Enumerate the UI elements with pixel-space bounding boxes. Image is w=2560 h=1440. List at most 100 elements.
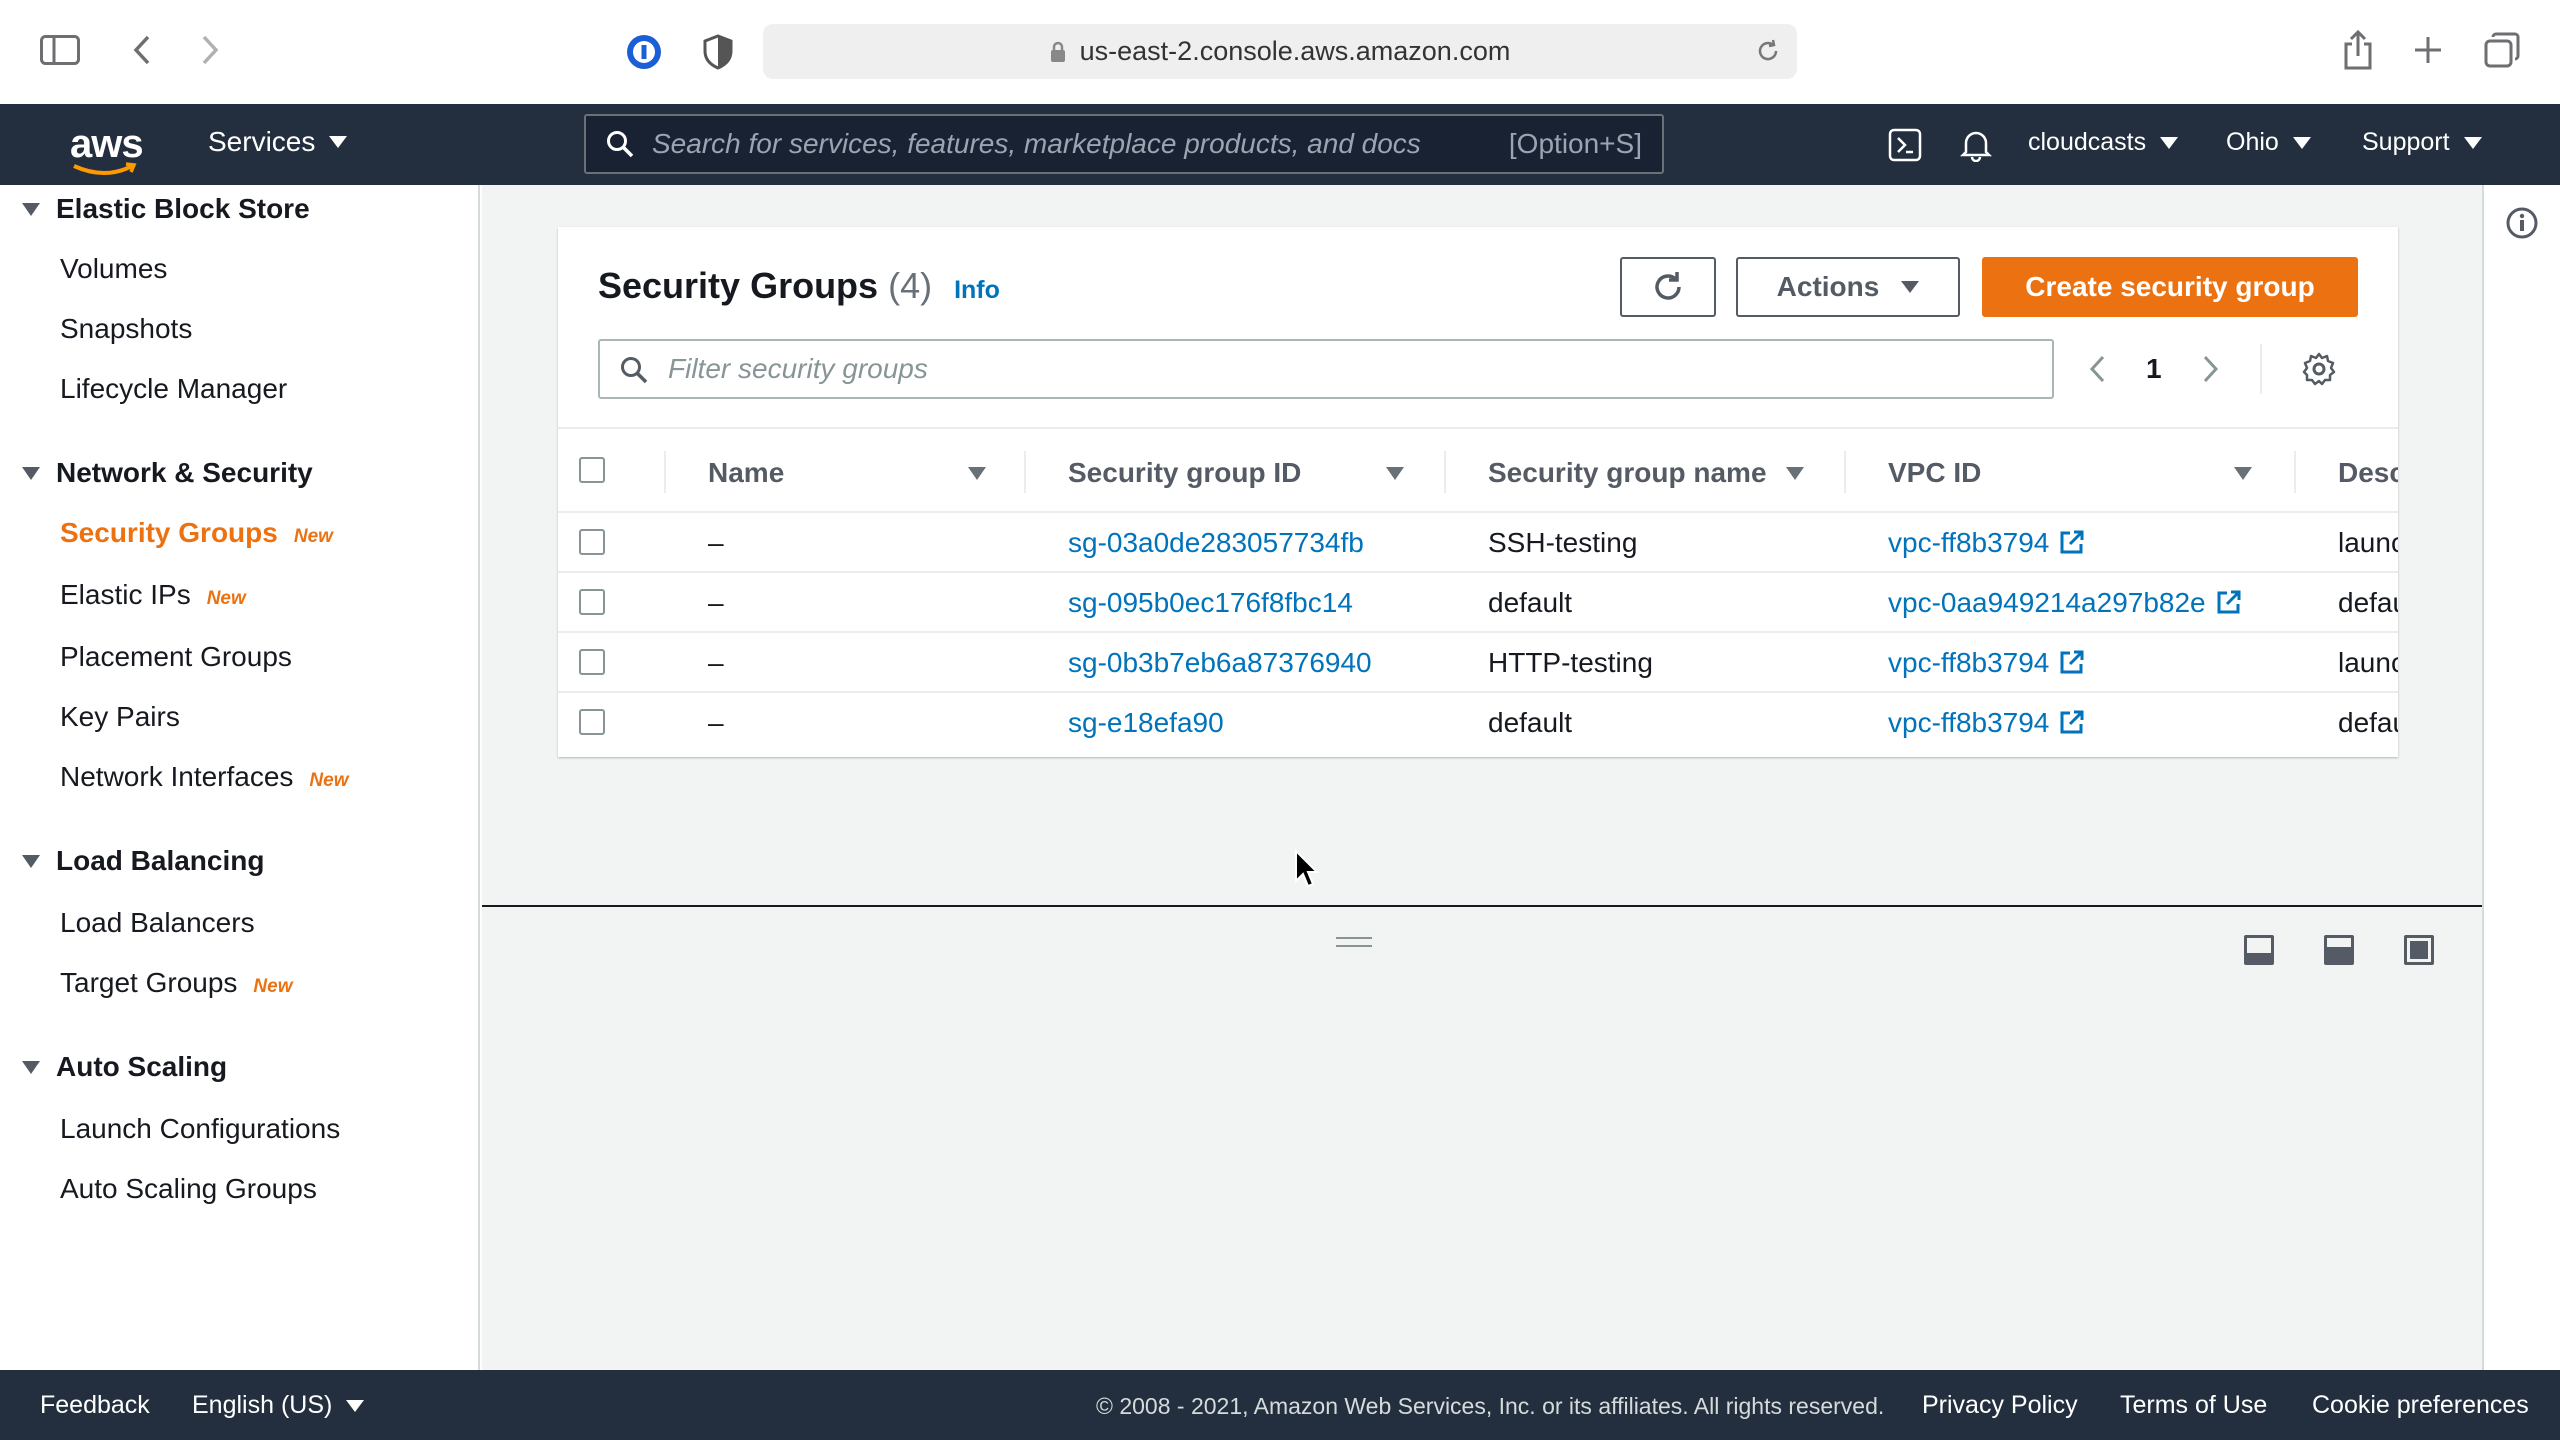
sort-icon[interactable] xyxy=(1386,467,1404,480)
sidebar-item-security-groups[interactable]: Security Groups New xyxy=(60,517,333,549)
sidebar-item-elastic-ips[interactable]: Elastic IPs New xyxy=(60,579,246,611)
password-manager-icon[interactable] xyxy=(624,32,664,72)
caret-down-icon xyxy=(2160,136,2179,149)
drag-handle-icon[interactable] xyxy=(1336,937,1372,947)
caret-down-icon xyxy=(329,136,348,148)
main-content: Security Groups (4) Info Actions Create … xyxy=(482,185,2482,1370)
notifications-bell-icon[interactable] xyxy=(1960,128,1992,162)
row-checkbox[interactable] xyxy=(579,709,605,735)
refresh-button[interactable] xyxy=(1620,257,1716,317)
external-link-icon xyxy=(2060,530,2084,554)
sidebar-section-load-balancing[interactable]: Load Balancing xyxy=(22,845,264,877)
column-label: Security group ID xyxy=(1068,457,1302,488)
sidebar-section-network-security[interactable]: Network & Security xyxy=(22,457,313,489)
sidebar-item-lifecycle-manager[interactable]: Lifecycle Manager xyxy=(60,373,287,405)
sidebar-item-label: Network Interfaces xyxy=(60,761,294,792)
vpc-id-link[interactable]: vpc-ff8b3794 xyxy=(1888,707,2085,739)
sidebar-item-placement-groups[interactable]: Placement Groups xyxy=(60,641,292,673)
services-menu[interactable]: Services xyxy=(208,126,348,158)
sort-icon[interactable] xyxy=(1786,467,1804,480)
column-header-name[interactable]: Name xyxy=(708,457,784,489)
column-header-security-group-id[interactable]: Security group ID xyxy=(1068,457,1301,489)
sort-icon[interactable] xyxy=(2234,467,2252,480)
back-icon[interactable] xyxy=(124,32,160,68)
caret-down-icon xyxy=(2463,136,2482,149)
account-menu[interactable]: cloudcasts xyxy=(2028,128,2179,157)
address-bar[interactable]: us-east-2.console.aws.amazon.com xyxy=(763,24,1797,79)
sidebar-item-auto-scaling-groups[interactable]: Auto Scaling Groups xyxy=(60,1173,317,1205)
pane-split-icon[interactable] xyxy=(2324,935,2354,965)
row-checkbox[interactable] xyxy=(579,589,605,615)
gear-icon[interactable] xyxy=(2302,352,2336,386)
support-menu[interactable]: Support xyxy=(2362,128,2482,157)
services-label: Services xyxy=(208,126,316,157)
pane-full-icon[interactable] xyxy=(2404,935,2434,965)
sidebar-item-target-groups[interactable]: Target Groups New xyxy=(60,967,293,999)
feedback-link[interactable]: Feedback xyxy=(40,1391,150,1420)
sidebar-section-elastic-block-store[interactable]: Elastic Block Store xyxy=(22,193,310,225)
aws-navbar: aws Services Search for services, featur… xyxy=(0,104,2560,185)
sidebar-item-volumes[interactable]: Volumes xyxy=(60,253,167,285)
table-row[interactable]: – sg-03a0de283057734fb SSH-testing vpc-f… xyxy=(558,513,2398,573)
new-tab-icon[interactable] xyxy=(2410,32,2446,68)
info-icon[interactable] xyxy=(2506,207,2538,244)
cell-name: – xyxy=(708,587,724,618)
filter-security-groups-input[interactable]: Filter security groups xyxy=(598,339,2054,399)
privacy-policy-link[interactable]: Privacy Policy xyxy=(1922,1391,2078,1420)
sidebar-item-snapshots[interactable]: Snapshots xyxy=(60,313,192,345)
security-groups-panel: Security Groups (4) Info Actions Create … xyxy=(558,227,2398,757)
pane-bottom-icon[interactable] xyxy=(2244,935,2274,965)
security-group-id-link[interactable]: sg-03a0de283057734fb xyxy=(1068,527,1364,559)
region-menu[interactable]: Ohio xyxy=(2226,128,2311,157)
column-header-vpc-id[interactable]: VPC ID xyxy=(1888,457,1981,489)
global-search-input[interactable]: Search for services, features, marketpla… xyxy=(584,114,1664,174)
cell-group-name: default xyxy=(1488,707,1573,738)
next-page-icon[interactable] xyxy=(2202,354,2220,384)
cell-name: – xyxy=(708,707,724,738)
column-divider xyxy=(2294,451,2296,493)
security-group-id-link[interactable]: sg-0b3b7eb6a87376940 xyxy=(1068,647,1372,679)
column-header-description[interactable]: Desc xyxy=(2338,457,2398,489)
column-divider xyxy=(1844,451,1846,493)
create-security-group-button[interactable]: Create security group xyxy=(1982,257,2358,317)
select-all-checkbox[interactable] xyxy=(579,457,605,483)
actions-button[interactable]: Actions xyxy=(1736,257,1960,317)
security-group-id-link[interactable]: sg-e18efa90 xyxy=(1068,707,1224,739)
row-checkbox[interactable] xyxy=(579,649,605,675)
column-header-security-group-name[interactable]: Security group name xyxy=(1488,457,1767,489)
table-row[interactable]: – sg-e18efa90 default vpc-ff8b3794 defau xyxy=(558,693,2398,753)
sidebar-item-load-balancers[interactable]: Load Balancers xyxy=(60,907,255,939)
cloudshell-icon[interactable] xyxy=(1888,128,1922,162)
sidebar-item-network-interfaces[interactable]: Network Interfaces New xyxy=(60,761,349,793)
sidebar-toggle-icon[interactable] xyxy=(40,34,80,66)
sidebar: Elastic Block Store Volumes Snapshots Li… xyxy=(0,185,480,1370)
vpc-id-link[interactable]: vpc-ff8b3794 xyxy=(1888,527,2085,559)
forward-icon[interactable] xyxy=(192,32,228,68)
sidebar-item-key-pairs[interactable]: Key Pairs xyxy=(60,701,180,733)
vpc-id-link[interactable]: vpc-ff8b3794 xyxy=(1888,647,2085,679)
share-icon[interactable] xyxy=(2340,28,2376,72)
security-group-id-link[interactable]: sg-095b0ec176f8fbc14 xyxy=(1068,587,1353,619)
row-checkbox[interactable] xyxy=(579,529,605,555)
vpc-id-text: vpc-0aa949214a297b82e xyxy=(1888,587,2206,618)
terms-of-use-link[interactable]: Terms of Use xyxy=(2120,1391,2267,1420)
sort-icon[interactable] xyxy=(968,467,986,480)
cookie-preferences-link[interactable]: Cookie preferences xyxy=(2312,1391,2529,1420)
external-link-icon xyxy=(2217,590,2241,614)
shield-icon[interactable] xyxy=(700,32,736,72)
info-link[interactable]: Info xyxy=(954,276,1000,305)
sidebar-item-launch-configurations[interactable]: Launch Configurations xyxy=(60,1113,340,1145)
caret-down-icon xyxy=(2292,136,2311,149)
prev-page-icon[interactable] xyxy=(2088,354,2106,384)
tab-overview-icon[interactable] xyxy=(2482,30,2522,70)
reload-icon[interactable] xyxy=(1755,38,1781,64)
table-row[interactable]: – sg-095b0ec176f8fbc14 default vpc-0aa94… xyxy=(558,573,2398,633)
table-row[interactable]: – sg-0b3b7eb6a87376940 HTTP-testing vpc-… xyxy=(558,633,2398,693)
current-page[interactable]: 1 xyxy=(2146,353,2162,385)
sidebar-section-auto-scaling[interactable]: Auto Scaling xyxy=(22,1051,227,1083)
aws-logo[interactable]: aws xyxy=(70,122,144,175)
vpc-id-link[interactable]: vpc-0aa949214a297b82e xyxy=(1888,587,2242,619)
column-label: Security group name xyxy=(1488,457,1767,488)
language-selector[interactable]: English (US) xyxy=(192,1391,365,1420)
new-badge: New xyxy=(309,770,349,791)
